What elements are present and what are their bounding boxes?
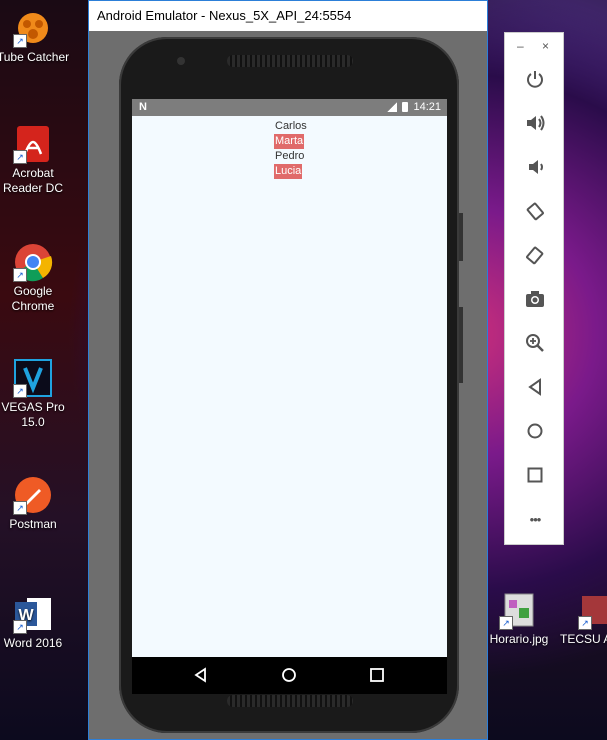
vegas-icon: ↗ <box>13 358 53 398</box>
rotate-left-icon <box>526 202 544 221</box>
battery-icon <box>402 102 409 112</box>
more-button[interactable]: ••• <box>521 505 549 533</box>
volume-side-button[interactable] <box>459 307 463 383</box>
rotate-left-button[interactable] <box>521 197 549 225</box>
zoom-button[interactable] <box>521 329 549 357</box>
screenshot-button[interactable] <box>521 285 549 313</box>
shortcut-arrow-icon: ↗ <box>13 150 27 164</box>
list-item[interactable]: Pedro <box>274 149 308 164</box>
access-icon: ↗ <box>578 590 607 630</box>
power-button[interactable] <box>521 65 549 93</box>
power-icon <box>527 71 543 88</box>
rotate-right-button[interactable] <box>521 241 549 269</box>
bottom-speaker <box>227 695 353 707</box>
emulator-window: Android Emulator - Nexus_5X_API_24:5554 … <box>88 0 488 740</box>
desktop-icon-label: VEGAS Pro 15.0 <box>1 400 65 429</box>
desktop-icon-vegas[interactable]: ↗ VEGAS Pro 15.0 <box>0 358 73 430</box>
overview-button[interactable] <box>521 461 549 489</box>
status-bar: N 14:21 <box>132 99 447 116</box>
emulator-toolbar: – × ••• <box>504 32 564 545</box>
shortcut-arrow-icon: ↗ <box>13 268 27 282</box>
volume-up-icon <box>527 115 545 131</box>
word-icon: W ↗ <box>13 594 53 634</box>
top-speaker <box>227 55 353 67</box>
window-title[interactable]: Android Emulator - Nexus_5X_API_24:5554 <box>89 1 487 31</box>
volume-up-button[interactable] <box>521 109 549 137</box>
desktop-icon-label: Acrobat Reader DC <box>2 166 64 195</box>
acrobat-icon: ↗ <box>13 124 53 164</box>
back-triangle-icon <box>194 667 206 683</box>
desktop-icon-tecsu[interactable]: ↗ TECSU Acces <box>558 590 607 647</box>
desktop-icon-label: Tube Catcher <box>0 50 70 64</box>
name-list: Carlos Marta Pedro Lucia <box>274 119 308 179</box>
home-icon <box>527 423 543 439</box>
status-time: 14:21 <box>413 101 441 113</box>
desktop-icon-label: TECSU Acces <box>559 632 607 646</box>
notification-icon: N <box>139 101 147 113</box>
overview-icon <box>527 467 543 483</box>
shortcut-arrow-icon: ↗ <box>13 501 27 515</box>
zoom-in-icon <box>526 334 544 352</box>
list-item[interactable]: Marta <box>274 134 305 149</box>
desktop-icon-acrobat[interactable]: ↗ Acrobat Reader DC <box>0 124 73 196</box>
shortcut-arrow-icon: ↗ <box>13 34 27 48</box>
list-item[interactable]: Lucia <box>274 164 303 179</box>
shortcut-arrow-icon: ↗ <box>578 616 592 630</box>
signal-icon <box>387 102 398 112</box>
shortcut-arrow-icon: ↗ <box>13 620 27 634</box>
tube-catcher-icon: ↗ <box>13 8 53 48</box>
nav-back-button[interactable] <box>192 666 210 684</box>
home-circle-icon <box>282 668 296 682</box>
desktop-icon-postman[interactable]: ↗ Postman <box>0 475 73 532</box>
phone-frame: N 14:21 Carlos Marta Pedro Lucia <box>119 37 463 733</box>
back-icon <box>528 378 541 396</box>
desktop-icon-horario[interactable]: ↗ Horario.jpg <box>479 590 559 647</box>
phone-screen[interactable]: N 14:21 Carlos Marta Pedro Lucia <box>132 99 447 657</box>
desktop-icon-word[interactable]: W ↗ Word 2016 <box>0 594 73 651</box>
desktop-icon-chrome[interactable]: ↗ Google Chrome <box>0 242 73 314</box>
image-file-icon: ↗ <box>499 590 539 630</box>
nav-recents-button[interactable] <box>368 666 386 684</box>
close-button[interactable]: × <box>542 39 549 53</box>
desktop-icon-tube-catcher[interactable]: ↗ Tube Catcher <box>0 8 73 65</box>
postman-icon: ↗ <box>13 475 53 515</box>
shortcut-arrow-icon: ↗ <box>499 616 513 630</box>
recents-square-icon <box>370 668 384 682</box>
back-button[interactable] <box>521 373 549 401</box>
chrome-icon: ↗ <box>13 242 53 282</box>
volume-down-button[interactable] <box>521 153 549 181</box>
list-item[interactable]: Carlos <box>274 119 308 134</box>
volume-down-icon <box>529 160 543 174</box>
nav-bar <box>132 657 447 694</box>
camera-icon <box>526 291 544 307</box>
desktop-icon-label: Word 2016 <box>3 636 63 650</box>
minimize-button[interactable]: – <box>517 39 524 53</box>
rotate-right-icon <box>526 246 544 265</box>
front-camera <box>177 57 185 65</box>
desktop-icon-label: Horario.jpg <box>489 632 549 646</box>
power-side-button[interactable] <box>459 213 463 261</box>
shortcut-arrow-icon: ↗ <box>13 384 27 398</box>
nav-home-button[interactable] <box>280 666 298 684</box>
desktop-icon-label: Postman <box>9 517 57 531</box>
desktop-icon-label: Google Chrome <box>11 284 55 313</box>
home-button[interactable] <box>521 417 549 445</box>
